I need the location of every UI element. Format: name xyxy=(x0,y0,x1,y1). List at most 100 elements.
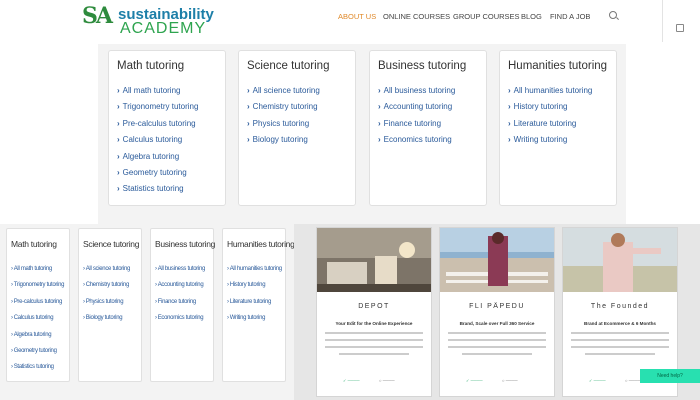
menu-card-math-tutoring: Math tutoring All math tutoringTrigonomet… xyxy=(108,50,226,206)
menu-card-links: All science tutoringChemistry tutoringPh… xyxy=(247,83,320,149)
menu-link-biology-tutoring[interactable]: Biology tutoring xyxy=(247,132,320,148)
small-menu-card-science-tutoring: Science tutoring All science tutoringChem… xyxy=(78,228,142,382)
menu-link-chemistry-tutoring[interactable]: Chemistry tutoring xyxy=(247,99,320,115)
product-image xyxy=(317,228,431,292)
header-divider xyxy=(662,0,663,42)
menu-card-links: All humanities tutoringHistory tutoringL… xyxy=(508,83,593,149)
small-menu-link-writing-tutoring[interactable]: Writing tutoring xyxy=(227,310,282,326)
small-menu-link-all-math-tutoring[interactable]: All math tutoring xyxy=(11,261,64,277)
product-subtitle: Brand, Scale over Full 360 Service xyxy=(459,321,535,326)
menu-card-science-tutoring: Science tutoring All science tutoringChem… xyxy=(238,50,356,206)
menu-card-business-tutoring: Business tutoring All business tutoringAc… xyxy=(369,50,487,206)
small-menu-link-all-science-tutoring[interactable]: All science tutoring xyxy=(83,261,131,277)
small-menu-card-business-tutoring: Business tutoring All business tutoringAc… xyxy=(150,228,216,382)
product-image xyxy=(563,228,677,292)
logo-text-academy: ACADEMY xyxy=(120,20,207,37)
menu-card-title: Business tutoring xyxy=(378,60,467,72)
product-green-link[interactable]: ✓ ──── xyxy=(343,378,360,383)
menu-link-accounting-tutoring[interactable]: Accounting tutoring xyxy=(378,99,455,115)
small-menu-link-all-business-tutoring[interactable]: All business tutoring xyxy=(155,261,206,277)
product-description-line xyxy=(448,346,546,348)
small-menu-link-geometry-tutoring[interactable]: Geometry tutoring xyxy=(11,343,64,359)
search-icon[interactable] xyxy=(609,11,617,19)
product-description-line xyxy=(325,346,423,348)
menu-link-literature-tutoring[interactable]: Literature tutoring xyxy=(508,116,592,132)
cart-icon[interactable] xyxy=(676,24,684,32)
menu-link-all-business-tutoring[interactable]: All business tutoring xyxy=(378,83,456,99)
product-image xyxy=(440,228,554,292)
menu-link-economics-tutoring[interactable]: Economics tutoring xyxy=(378,132,455,148)
product-card[interactable]: DEPOT Your Edit for the Online Experienc… xyxy=(316,227,432,397)
small-menu-link-economics-tutoring[interactable]: Economics tutoring xyxy=(155,310,205,326)
small-menu-card-links: All science tutoringChemistry tutoringPh… xyxy=(83,261,131,327)
product-name: FLI PÄPEDU xyxy=(469,303,525,310)
menu-link-all-humanities-tutoring[interactable]: All humanities tutoring xyxy=(508,83,593,99)
menu-link-all-science-tutoring[interactable]: All science tutoring xyxy=(247,83,320,99)
menu-link-finance-tutoring[interactable]: Finance tutoring xyxy=(378,116,455,132)
menu-link-all-math-tutoring[interactable]: All math tutoring xyxy=(117,83,198,99)
product-description-line xyxy=(325,332,423,334)
product-description-line xyxy=(571,339,669,341)
support-chat-button[interactable]: Need help? xyxy=(640,369,700,383)
site-header: SA sustainability ACADEMY ABOUT US ONLIN… xyxy=(0,0,700,42)
product-description-line xyxy=(448,339,546,341)
menu-card-links: All math tutoringTrigonometry tutoringPr… xyxy=(117,83,199,198)
small-menu-card-math-tutoring: Math tutoring All math tutoringTrigonomet… xyxy=(6,228,70,382)
logo[interactable]: SA sustainability ACADEMY xyxy=(82,3,232,37)
product-description-line xyxy=(571,332,669,334)
small-menu-card-links: All math tutoringTrigonometry tutoringPr… xyxy=(11,261,65,376)
menu-link-history-tutoring[interactable]: History tutoring xyxy=(508,99,592,115)
small-menu-link-finance-tutoring[interactable]: Finance tutoring xyxy=(155,294,205,310)
nav-blog[interactable]: BLOG xyxy=(521,12,542,21)
product-gray-link[interactable]: ○ ──── xyxy=(625,378,641,383)
product-description-line xyxy=(571,346,669,348)
small-menu-card-title: Math tutoring xyxy=(11,239,57,249)
small-menu-link-statistics-tutoring[interactable]: Statistics tutoring xyxy=(11,359,64,375)
menu-link-trigonometry-tutoring[interactable]: Trigonometry tutoring xyxy=(117,99,199,115)
small-menu-link-chemistry-tutoring[interactable]: Chemistry tutoring xyxy=(83,277,130,293)
product-name: The Founded xyxy=(590,303,650,310)
menu-card-title: Science tutoring xyxy=(247,60,330,72)
product-green-link[interactable]: ✓ ──── xyxy=(466,378,483,383)
product-card[interactable]: FLI PÄPEDU Brand, Scale over Full 360 Se… xyxy=(439,227,555,397)
product-subtitle: Your Edit for the Online Experience xyxy=(335,321,413,326)
small-menu-link-history-tutoring[interactable]: History tutoring xyxy=(227,277,282,293)
small-menu-link-physics-tutoring[interactable]: Physics tutoring xyxy=(83,294,130,310)
menu-link-writing-tutoring[interactable]: Writing tutoring xyxy=(508,132,592,148)
product-description-line xyxy=(462,353,532,355)
menu-link-calculus-tutoring[interactable]: Calculus tutoring xyxy=(117,132,198,148)
menu-card-title: Humanities tutoring xyxy=(508,60,608,72)
product-subtitle: Brand at Ecommerce & 6 Months xyxy=(584,321,656,326)
small-menu-link-accounting-tutoring[interactable]: Accounting tutoring xyxy=(155,277,205,293)
product-gray-link[interactable]: ○ ──── xyxy=(379,378,395,383)
small-menu-link-all-humanities-tutoring[interactable]: All humanities tutoring xyxy=(227,261,282,277)
small-menu-link-pre-calculus-tutoring[interactable]: Pre-calculus tutoring xyxy=(11,294,64,310)
product-green-link[interactable]: ✓ ──── xyxy=(589,378,606,383)
small-menu-card-links: All business tutoringAccounting tutoring… xyxy=(155,261,206,327)
small-menu-link-algebra-tutoring[interactable]: Algebra tutoring xyxy=(11,327,64,343)
product-description-line xyxy=(339,353,409,355)
small-menu-link-calculus-tutoring[interactable]: Calculus tutoring xyxy=(11,310,64,326)
menu-card-title: Math tutoring xyxy=(117,60,185,72)
menu-link-geometry-tutoring[interactable]: Geometry tutoring xyxy=(117,165,198,181)
nav-about-us[interactable]: ABOUT US xyxy=(338,12,376,21)
small-menu-link-trigonometry-tutoring[interactable]: Trigonometry tutoring xyxy=(11,277,65,293)
product-description-line xyxy=(325,339,423,341)
product-description-line xyxy=(448,332,546,334)
small-menu-link-biology-tutoring[interactable]: Biology tutoring xyxy=(83,310,130,326)
menu-card-humanities-tutoring: Humanities tutoring All humanities tutori… xyxy=(499,50,617,206)
product-gray-link[interactable]: ○ ──── xyxy=(502,378,518,383)
nav-group-courses[interactable]: GROUP COURSES xyxy=(453,12,520,21)
small-menu-card-links: All humanities tutoringHistory tutoringL… xyxy=(227,261,282,327)
product-description-line xyxy=(585,353,655,355)
menu-link-algebra-tutoring[interactable]: Algebra tutoring xyxy=(117,149,198,165)
menu-link-statistics-tutoring[interactable]: Statistics tutoring xyxy=(117,181,198,197)
small-menu-card-humanities-tutoring: Humanities tutoring All humanities tutori… xyxy=(222,228,295,382)
small-menu-card-title: Science tutoring xyxy=(83,239,140,249)
menu-link-pre-calculus-tutoring[interactable]: Pre-calculus tutoring xyxy=(117,116,198,132)
small-menu-card-title: Business tutoring xyxy=(155,239,216,249)
small-menu-link-literature-tutoring[interactable]: Literature tutoring xyxy=(227,294,282,310)
nav-find-a-job[interactable]: FIND A JOB xyxy=(550,12,590,21)
nav-online-courses[interactable]: ONLINE COURSES xyxy=(383,12,450,21)
menu-link-physics-tutoring[interactable]: Physics tutoring xyxy=(247,116,320,132)
